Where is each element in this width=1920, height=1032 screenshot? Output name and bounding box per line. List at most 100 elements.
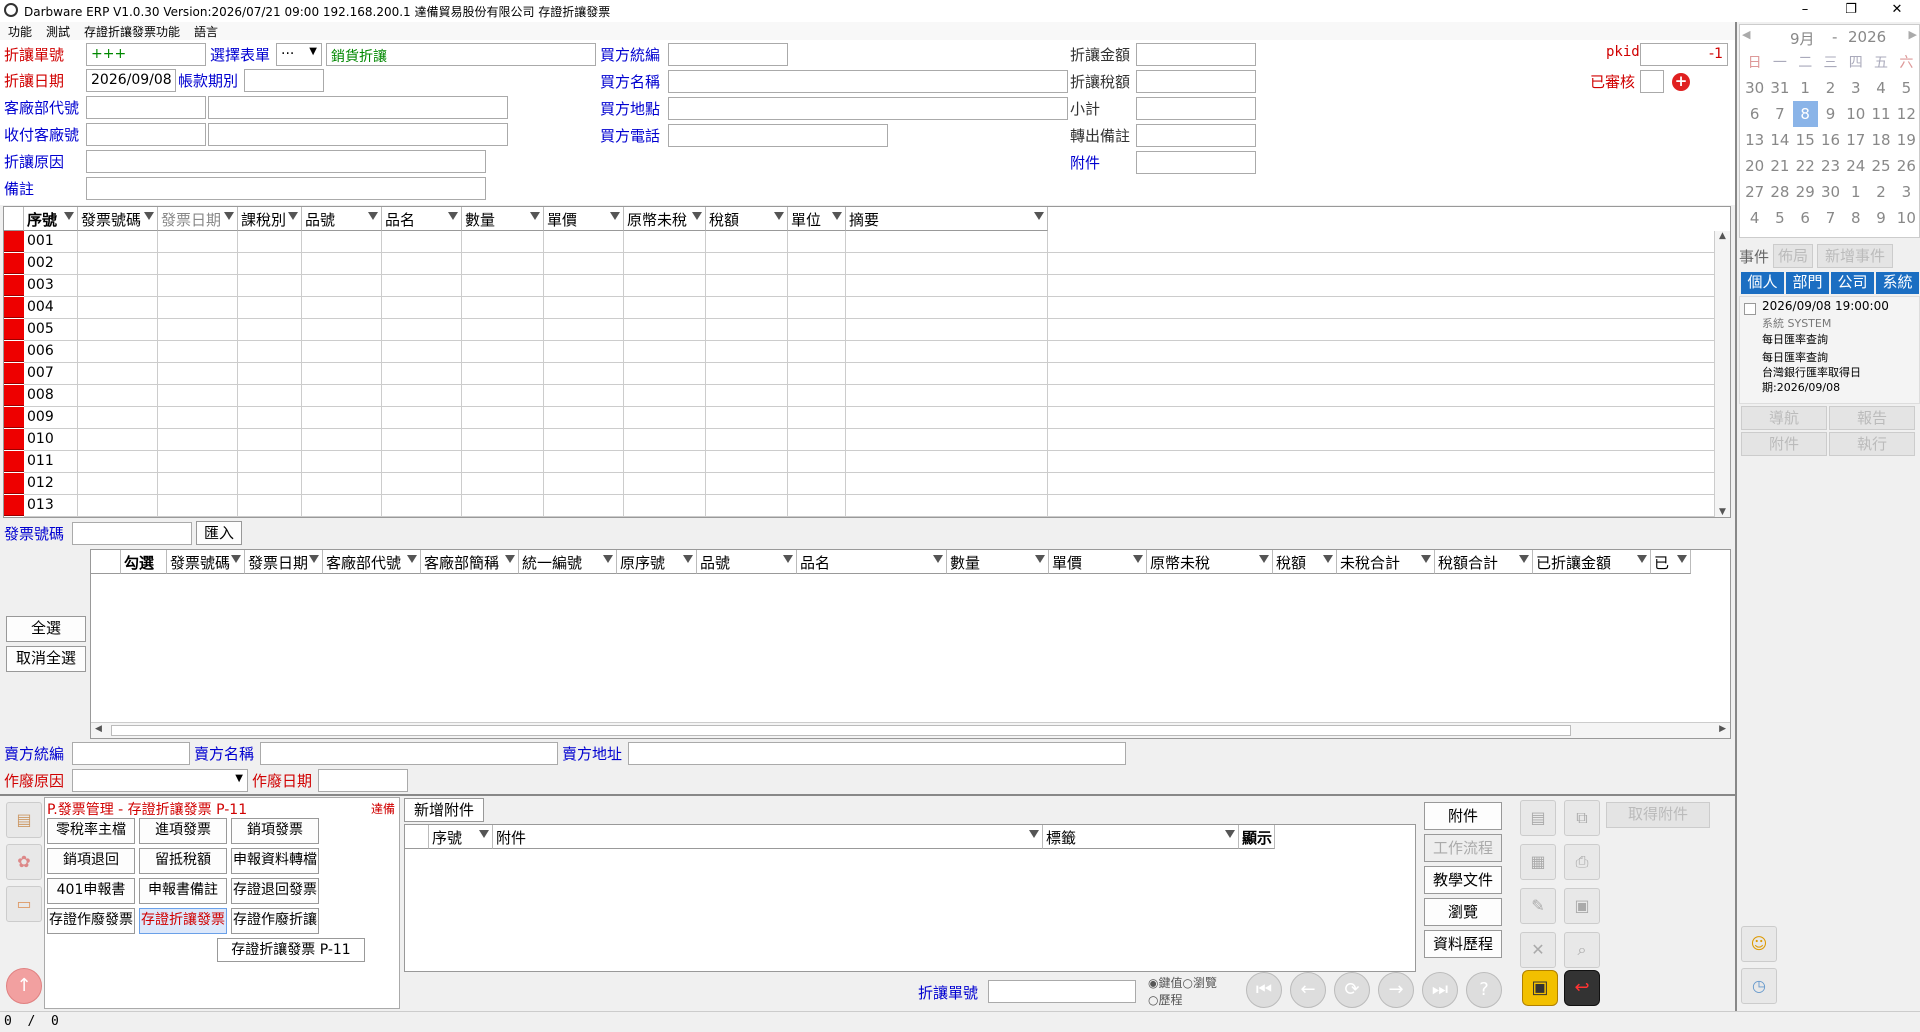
payee-name-field[interactable] [208, 123, 508, 146]
calendar-year[interactable]: 2026 [1848, 28, 1886, 46]
module-flower-icon[interactable]: ✿ [6, 844, 42, 880]
table-cell[interactable] [302, 341, 382, 363]
module-button[interactable]: 存證作廢發票 [47, 908, 135, 934]
table-cell[interactable] [846, 231, 1048, 253]
row-marker[interactable] [4, 363, 24, 384]
table-cell[interactable] [624, 385, 706, 407]
table-cell[interactable] [624, 275, 706, 297]
print-icon[interactable]: ⎙ [1564, 844, 1600, 880]
table-cell[interactable] [706, 451, 788, 473]
detail-grid-scrollbar[interactable]: ▲ ▼ [1714, 231, 1730, 517]
import-button[interactable]: 匯入 [196, 521, 242, 545]
detail-col-header[interactable]: 課稅別 [238, 207, 302, 231]
table-cell[interactable] [624, 253, 706, 275]
attach-col-header[interactable]: 顯示 [1239, 825, 1275, 849]
table-cell[interactable] [624, 407, 706, 429]
calendar-day[interactable]: 7 [1818, 205, 1843, 231]
filter-icon[interactable] [1225, 830, 1235, 838]
table-cell[interactable] [382, 473, 462, 495]
table-cell[interactable] [158, 451, 238, 473]
table-cell[interactable] [382, 407, 462, 429]
table-cell[interactable] [158, 429, 238, 451]
exit-icon[interactable]: ↩ [1564, 970, 1600, 1006]
detail-col-header[interactable]: 發票號碼 [78, 207, 158, 231]
layout-button[interactable]: 佈局 [1773, 244, 1813, 268]
calendar-day[interactable]: 9 [1818, 101, 1843, 127]
event-attachment-button[interactable]: 附件 [1741, 432, 1827, 456]
filter-icon[interactable] [1637, 555, 1647, 563]
table-cell[interactable] [302, 429, 382, 451]
table-cell[interactable] [158, 297, 238, 319]
filter-icon[interactable] [144, 212, 154, 220]
row-marker[interactable] [4, 407, 24, 428]
table-cell[interactable] [706, 275, 788, 297]
amount-field[interactable] [1136, 43, 1256, 66]
table-cell[interactable] [846, 275, 1048, 297]
filter-icon[interactable] [832, 212, 842, 220]
table-cell[interactable] [706, 231, 788, 253]
table-cell[interactable] [78, 275, 158, 297]
table-row[interactable]: 002 [24, 253, 1714, 275]
table-cell[interactable] [382, 363, 462, 385]
table-cell[interactable] [846, 385, 1048, 407]
attachment-field[interactable] [1136, 151, 1256, 174]
filter-icon[interactable] [224, 212, 234, 220]
invoice-col-header[interactable]: 品名 [797, 550, 947, 574]
period-field[interactable] [244, 69, 324, 92]
table-cell[interactable] [846, 451, 1048, 473]
calendar-day[interactable]: 20 [1742, 153, 1767, 179]
attach-col-header[interactable]: 標籤 [1043, 825, 1239, 849]
add-circle-icon[interactable]: + [1672, 73, 1690, 91]
first-record-icon[interactable]: ⏮ [1246, 972, 1282, 1008]
table-cell[interactable] [158, 473, 238, 495]
table-cell[interactable] [846, 363, 1048, 385]
row-marker[interactable] [4, 385, 24, 406]
clipboard-icon[interactable]: ▣ [1564, 888, 1600, 924]
invoice-no-field[interactable] [72, 522, 192, 545]
table-cell[interactable] [238, 473, 302, 495]
table-cell[interactable] [462, 319, 544, 341]
table-cell[interactable] [158, 341, 238, 363]
void-date-field[interactable] [318, 769, 408, 792]
detail-col-header[interactable]: 序號 [24, 207, 78, 231]
detail-col-header[interactable]: 數量 [462, 207, 544, 231]
clock-icon[interactable]: ◷ [1741, 968, 1777, 1004]
payee-field[interactable] [86, 123, 206, 146]
filter-icon[interactable] [530, 212, 540, 220]
module-button[interactable]: 進項發票 [139, 818, 227, 844]
filter-icon[interactable] [368, 212, 378, 220]
delete-doc-icon[interactable]: ✕ [1520, 932, 1556, 968]
table-cell[interactable] [302, 319, 382, 341]
module-button[interactable]: 存證作廢折讓 [231, 908, 319, 934]
calendar-day[interactable]: 13 [1742, 127, 1767, 153]
calendar-day[interactable]: 2 [1818, 75, 1843, 101]
scroll-down-icon[interactable]: ▼ [1715, 507, 1730, 517]
row-marker[interactable] [4, 297, 24, 318]
menu-allowance-functions[interactable]: 存證折讓發票功能 [84, 23, 180, 40]
radio-history-label[interactable]: 歷程 [1158, 993, 1182, 1007]
row-marker[interactable] [4, 341, 24, 362]
table-cell[interactable] [462, 297, 544, 319]
table-cell[interactable] [544, 275, 624, 297]
table-cell[interactable] [158, 363, 238, 385]
filter-icon[interactable] [774, 212, 784, 220]
table-cell[interactable] [158, 319, 238, 341]
approved-checkbox[interactable] [1640, 70, 1664, 93]
table-cell[interactable] [624, 363, 706, 385]
table-cell[interactable] [462, 473, 544, 495]
refresh-icon[interactable]: ⟳ [1334, 972, 1370, 1008]
module-button[interactable]: 存證退回發票 [231, 878, 319, 904]
form-type-field[interactable]: 銷貨折讓 [326, 43, 596, 66]
calendar-day[interactable]: 28 [1767, 179, 1792, 205]
table-cell[interactable] [302, 275, 382, 297]
table-cell[interactable] [382, 429, 462, 451]
attach-side-button[interactable]: 教學文件 [1424, 866, 1502, 894]
calendar-day[interactable]: 30 [1742, 75, 1767, 101]
filter-icon[interactable] [1519, 555, 1529, 563]
filter-icon[interactable] [1677, 555, 1687, 563]
detail-col-header[interactable]: 單價 [544, 207, 624, 231]
calendar-day[interactable]: 30 [1818, 179, 1843, 205]
buyer-address-field[interactable] [668, 97, 1068, 120]
table-cell[interactable] [462, 253, 544, 275]
table-cell[interactable] [238, 231, 302, 253]
